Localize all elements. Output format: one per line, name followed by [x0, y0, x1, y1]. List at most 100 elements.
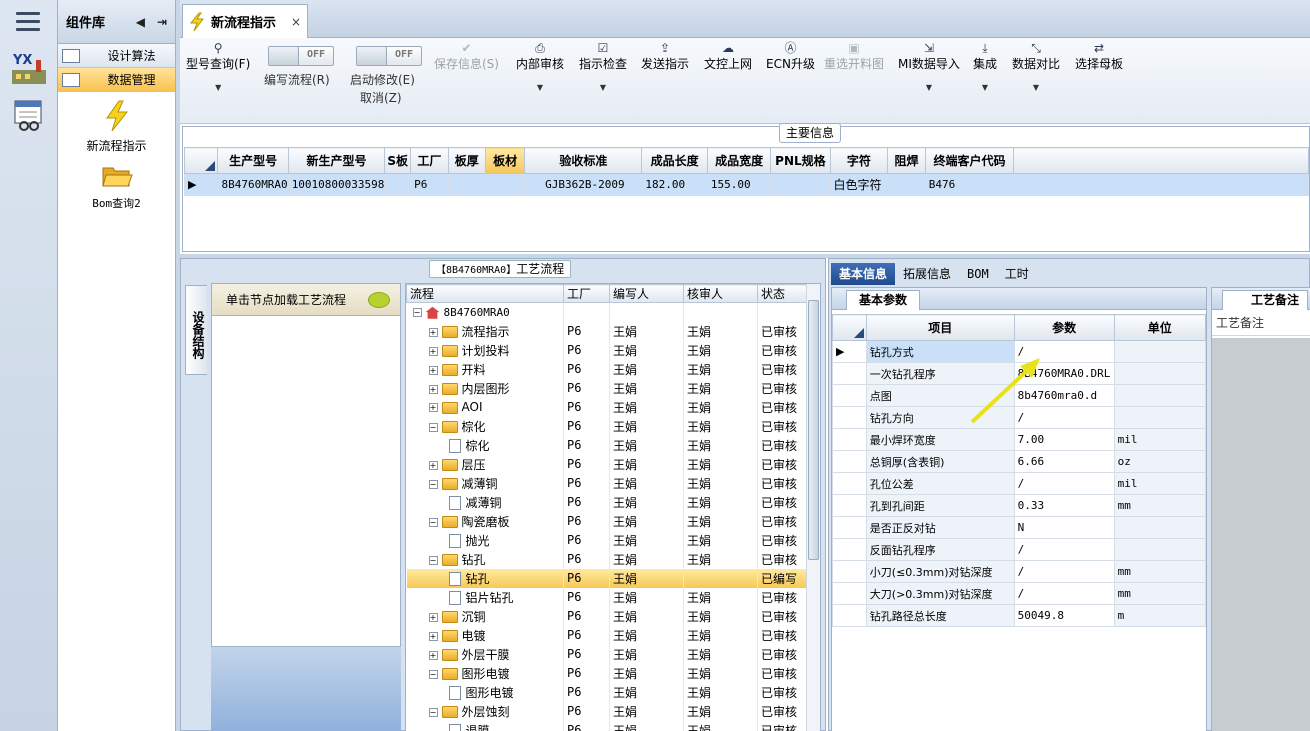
start-modify-toggle[interactable]: OFF: [356, 46, 422, 66]
column-header[interactable]: 状态: [757, 284, 807, 303]
table-cell[interactable]: 10010800033598: [287, 173, 386, 196]
table-row[interactable]: ▶ 8B4760MRA0 10010800033598 P6 GJB362B-2…: [183, 173, 1309, 196]
expand-node-icon[interactable]: +: [428, 612, 438, 622]
table-cell[interactable]: 白色字符: [829, 173, 889, 196]
tree-row[interactable]: − 减薄铜 P6 王娟 王娟 已审核: [406, 473, 807, 493]
tree-row[interactable]: 棕化 P6 王娟 王娟 已审核: [406, 435, 807, 455]
library-item-design-algorithm[interactable]: 设计算法: [58, 44, 175, 68]
column-header[interactable]: 成品长度: [641, 147, 708, 174]
internal-review-button[interactable]: ⎙ 内部审核 ▼: [516, 40, 564, 96]
tree-row[interactable]: 退膜 P6 王娟 王娟 已审核: [406, 720, 807, 731]
tab-basic-params[interactable]: 基本参数: [846, 290, 921, 310]
dropdown-caret-icon[interactable]: ▼: [516, 80, 564, 96]
library-item-data-management[interactable]: 数据管理: [58, 68, 175, 92]
param-value[interactable]: 6.66: [1013, 450, 1115, 473]
tree-row[interactable]: − 陶瓷磨板 P6 王娟 王娟 已审核: [406, 511, 807, 531]
tree-row[interactable]: + 开料 P6 王娟 王娟 已审核: [406, 359, 807, 379]
scrollbar-thumb[interactable]: [808, 300, 819, 560]
remarks-area[interactable]: [1212, 338, 1310, 731]
tree-row[interactable]: + 沉铜 P6 王娟 王娟 已审核: [406, 606, 807, 626]
tree-row[interactable]: 减薄铜 P6 王娟 王娟 已审核: [406, 492, 807, 512]
param-row[interactable]: 总铜厚(含表铜) 6.66 oz: [832, 450, 1207, 473]
tab-process-remarks[interactable]: 工艺备注: [1222, 290, 1309, 310]
table-cell[interactable]: 155.00: [706, 173, 772, 196]
column-header[interactable]: PNL规格: [770, 147, 831, 174]
expand-node-icon[interactable]: +: [428, 460, 438, 470]
param-row[interactable]: 大刀(>0.3mm)对钻深度 / mm: [832, 582, 1207, 605]
collapse-node-icon[interactable]: −: [428, 707, 438, 717]
cancel-label[interactable]: 取消(Z): [360, 90, 402, 106]
tab-close-icon[interactable]: ×: [291, 15, 301, 29]
tree-row[interactable]: + 电镀 P6 王娟 王娟 已审核: [406, 625, 807, 645]
tab-new-flow-instruction[interactable]: 新流程指示 ×: [182, 4, 308, 38]
tree-row[interactable]: + 内层图形 P6 王娟 王娟 已审核: [406, 378, 807, 398]
expand-node-icon[interactable]: +: [428, 346, 438, 356]
column-header[interactable]: S板: [384, 147, 412, 174]
column-header[interactable]: 工厂: [563, 284, 610, 303]
column-header[interactable]: 板材: [484, 147, 526, 174]
tab-equipment-structure[interactable]: 设备结构: [185, 285, 207, 375]
tab-extended-info[interactable]: 拓展信息: [895, 263, 959, 285]
pin-panel-icon[interactable]: ⇥: [157, 15, 167, 29]
tree-row[interactable]: − 外层蚀刻 P6 王娟 王娟 已审核: [406, 701, 807, 721]
dropdown-caret-icon[interactable]: ▼: [973, 80, 997, 96]
model-query-button[interactable]: ⚲ 型号查询(F) ▼: [186, 40, 250, 96]
collapse-node-icon[interactable]: −: [428, 422, 438, 432]
table-cell[interactable]: [447, 173, 486, 196]
table-cell[interactable]: [384, 173, 412, 196]
new-flow-instruction-launcher[interactable]: 新流程指示: [58, 100, 175, 154]
reselect-panel-map-button[interactable]: ▣ 重选开料图: [824, 40, 884, 72]
column-header[interactable]: 编写人: [609, 284, 684, 303]
param-row[interactable]: 孔位公差 / mil: [832, 472, 1207, 495]
table-cell[interactable]: B476: [924, 173, 1015, 196]
collapse-node-icon[interactable]: −: [428, 517, 438, 527]
column-header[interactable]: 核审人: [683, 284, 758, 303]
column-header[interactable]: 终端客户代码: [924, 147, 1015, 174]
param-value[interactable]: N: [1013, 516, 1115, 539]
table-cell[interactable]: GJB362B-2009: [524, 173, 643, 196]
calendar-tools-icon[interactable]: [10, 96, 48, 134]
select-all-corner[interactable]: [832, 314, 867, 341]
param-row[interactable]: 小刀(≤0.3mm)对钻深度 / mm: [832, 560, 1207, 583]
collapse-node-icon[interactable]: −: [428, 479, 438, 489]
select-all-corner[interactable]: [183, 147, 219, 174]
column-header[interactable]: 字符: [829, 147, 889, 174]
param-value[interactable]: 50049.8: [1013, 604, 1115, 627]
column-header[interactable]: 验收标准: [524, 147, 643, 174]
tree-row[interactable]: 抛光 P6 王娟 王娟 已审核: [406, 530, 807, 550]
menu-icon[interactable]: [16, 12, 40, 32]
tree-row[interactable]: − 棕化 P6 王娟 王娟 已审核: [406, 416, 807, 436]
mi-data-import-button[interactable]: ⇲ MI数据导入 ▼: [898, 40, 960, 96]
integrate-button[interactable]: ⤓ 集成 ▼: [973, 40, 997, 96]
param-value[interactable]: /: [1013, 560, 1115, 583]
column-header[interactable]: 参数: [1013, 314, 1115, 341]
tree-row[interactable]: + 流程指示 P6 王娟 王娟 已审核: [406, 321, 807, 341]
table-cell[interactable]: [887, 173, 926, 196]
param-row[interactable]: 最小焊环宽度 7.00 mil: [832, 428, 1207, 451]
expand-node-icon[interactable]: +: [428, 384, 438, 394]
tree-row[interactable]: − 钻孔 P6 王娟 王娟 已审核: [406, 549, 807, 569]
column-header[interactable]: 阻焊: [887, 147, 926, 174]
tree-row[interactable]: − 图形电镀 P6 王娟 王娟 已审核: [406, 663, 807, 683]
param-row[interactable]: 孔到孔间距 0.33 mm: [832, 494, 1207, 517]
tab-basic-info[interactable]: 基本信息: [831, 263, 896, 285]
column-header[interactable]: 新生产型号: [287, 147, 386, 174]
expand-node-icon[interactable]: +: [428, 650, 438, 660]
edit-flow-toggle[interactable]: OFF: [268, 46, 334, 66]
tab-bom[interactable]: BOM: [959, 263, 997, 285]
table-cell[interactable]: [770, 173, 831, 196]
dropdown-caret-icon[interactable]: ▼: [898, 80, 960, 96]
dropdown-caret-icon[interactable]: ▼: [1012, 80, 1060, 96]
tree-row[interactable]: 铝片钻孔 P6 王娟 王娟 已审核: [406, 587, 807, 607]
select-mother-board-button[interactable]: ⇄ 选择母板: [1075, 40, 1123, 72]
expand-node-icon[interactable]: +: [428, 365, 438, 375]
collapse-node-icon[interactable]: −: [412, 308, 422, 318]
send-instruction-button[interactable]: ⇪ 发送指示: [641, 40, 689, 72]
ecn-upgrade-button[interactable]: Ⓐ ECN升级: [766, 40, 815, 72]
collapse-node-icon[interactable]: −: [428, 669, 438, 679]
param-value[interactable]: /: [1013, 538, 1115, 561]
expand-node-icon[interactable]: +: [428, 327, 438, 337]
column-header[interactable]: 板厚: [447, 147, 486, 174]
param-row[interactable]: 反面钻孔程序 /: [832, 538, 1207, 561]
dropdown-caret-icon[interactable]: ▼: [579, 80, 627, 96]
